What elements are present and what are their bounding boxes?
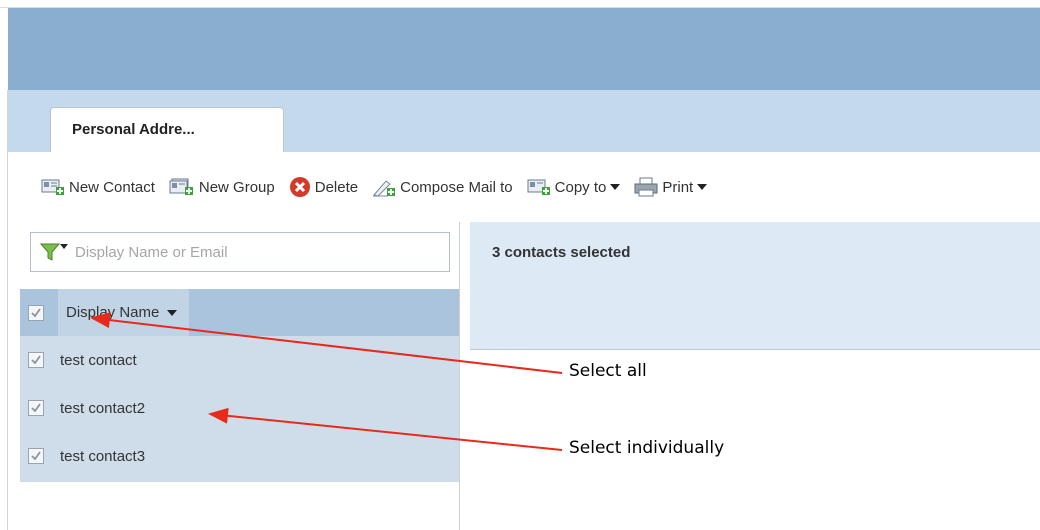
detail-header: 3 contacts selected [470, 222, 1040, 350]
copy-icon [527, 178, 551, 196]
checkmark-icon [31, 355, 41, 365]
contact-name: test contact3 [60, 447, 146, 465]
contact-list: test contact test contact2 test contact3 [20, 336, 459, 482]
display-name-column-header[interactable]: Display Name [58, 289, 190, 336]
checkmark-icon [31, 307, 41, 317]
left-edge-divider [0, 90, 8, 530]
contact-name: test contact [60, 351, 137, 369]
window-top-strip [0, 0, 1040, 8]
delete-button[interactable]: Delete [289, 176, 358, 198]
row-checkbox[interactable] [28, 448, 44, 464]
new-contact-button[interactable]: New Contact [41, 178, 155, 196]
select-all-annotation: Select all [569, 361, 647, 381]
print-button[interactable]: Print [634, 177, 708, 197]
compose-mail-button[interactable]: Compose Mail to [372, 177, 513, 197]
chevron-down-icon [697, 184, 708, 190]
select-all-checkbox[interactable] [28, 304, 44, 321]
print-icon [634, 177, 658, 197]
delete-icon [289, 176, 311, 198]
contact-row[interactable]: test contact [20, 336, 459, 384]
compose-mail-icon [372, 177, 396, 197]
new-contact-label: New Contact [69, 178, 155, 196]
filter-icon[interactable] [39, 241, 69, 263]
row-checkbox[interactable] [28, 400, 44, 416]
display-name-header-label: Display Name [66, 304, 160, 321]
new-group-label: New Group [198, 178, 275, 196]
contact-name: test contact2 [60, 399, 146, 417]
contact-row[interactable]: test contact3 [20, 432, 459, 480]
tab-personal-address-book[interactable]: Personal Addre... [50, 107, 284, 152]
new-group-button[interactable]: New Group [169, 178, 275, 196]
contact-row[interactable]: test contact2 [20, 384, 459, 432]
list-column-header: Display Name [20, 289, 459, 336]
compose-mail-label: Compose Mail to [400, 178, 513, 196]
detail-pane: 3 contacts selected [470, 222, 1040, 530]
select-individually-annotation: Select individually [569, 438, 725, 458]
search-box [30, 232, 450, 272]
checkmark-icon [31, 451, 41, 461]
contact-list-pane: Display Name test contact test contact2 … [20, 222, 460, 530]
toolbar: New Contact New Group Delete Compose Mai… [8, 152, 1040, 222]
copy-to-button[interactable]: Copy to [527, 178, 621, 196]
copy-to-label: Copy to [554, 178, 607, 196]
app-header-bar [8, 8, 1040, 90]
chevron-down-icon [610, 184, 621, 190]
selection-count-title: 3 contacts selected [492, 244, 631, 261]
new-group-icon [169, 178, 195, 196]
search-input[interactable] [75, 243, 405, 261]
row-checkbox[interactable] [28, 352, 44, 368]
delete-label: Delete [314, 178, 359, 196]
checkmark-icon [31, 403, 41, 413]
print-label: Print [662, 178, 694, 196]
new-contact-icon [41, 178, 65, 196]
sort-down-icon [167, 309, 178, 316]
